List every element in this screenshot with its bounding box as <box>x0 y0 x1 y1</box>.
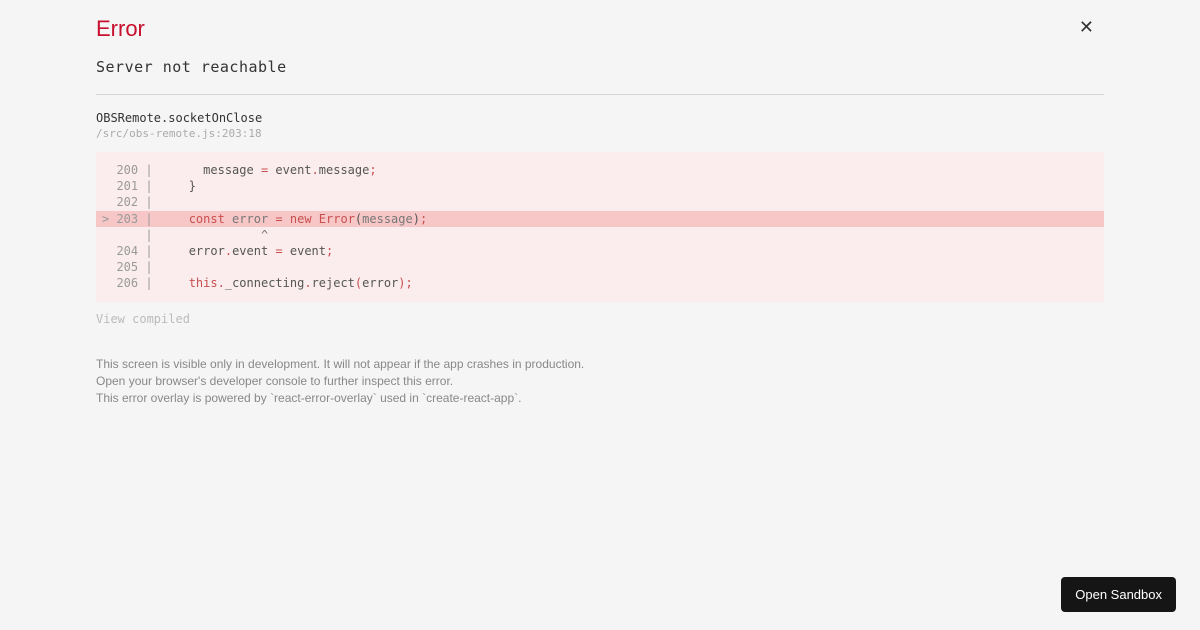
footer-notes: This screen is visible only in developme… <box>96 356 1104 408</box>
footer-line-1: This screen is visible only in developme… <box>96 356 1104 373</box>
code-line: > 203 | const error = new Error(message)… <box>96 211 1104 227</box>
footer-line-3: This error overlay is powered by `react-… <box>96 390 1104 407</box>
code-line: 202 | <box>96 194 1104 210</box>
view-compiled-link[interactable]: View compiled <box>96 312 1104 326</box>
footer-line-2: Open your browser's developer console to… <box>96 373 1104 390</box>
error-title: Error <box>96 16 145 42</box>
error-overlay: Error ✕ Server not reachable OBSRemote.s… <box>0 0 1200 408</box>
code-line: 200 | message = event.message; <box>96 162 1104 178</box>
stack-location: /src/obs-remote.js:203:18 <box>96 127 1104 140</box>
code-line: 201 | } <box>96 178 1104 194</box>
code-line: 205 | <box>96 259 1104 275</box>
open-sandbox-button[interactable]: Open Sandbox <box>1061 577 1176 612</box>
error-message: Server not reachable <box>96 58 1104 76</box>
code-line: 206 | this._connecting.reject(error); <box>96 275 1104 291</box>
code-line: 204 | error.event = event; <box>96 243 1104 259</box>
stack-function-name: OBSRemote.socketOnClose <box>96 111 1104 125</box>
divider <box>96 94 1104 95</box>
close-icon[interactable]: ✕ <box>1079 18 1094 36</box>
code-frame: 200 | message = event.message; 201 | } 2… <box>96 152 1104 302</box>
code-line: | ^ <box>96 227 1104 243</box>
